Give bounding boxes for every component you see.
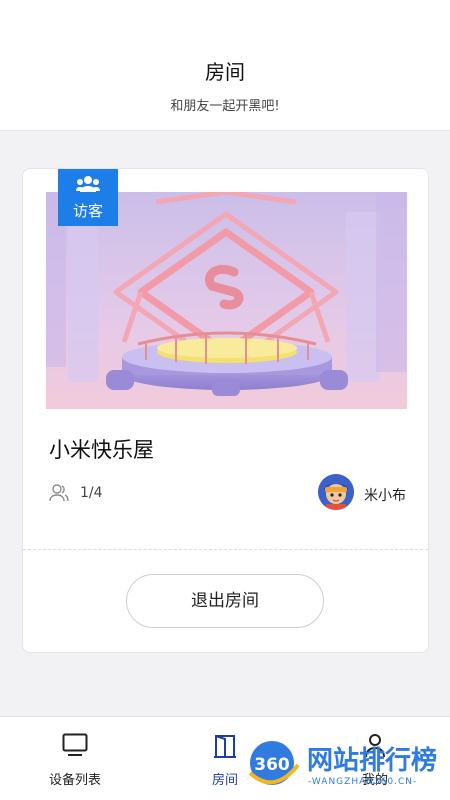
guest-badge-label: 访客	[72, 202, 103, 220]
page-subtitle: 和朋友一起开黑吧!	[170, 99, 280, 114]
door-icon	[214, 735, 236, 758]
watermark-text: 网站排行榜	[307, 746, 438, 776]
watermark-number: 360	[254, 755, 290, 775]
watermark-logo-icon: 360	[248, 741, 300, 785]
page-header: 房间 和朋友一起开黑吧!	[0, 0, 450, 131]
page-title: 房间	[205, 60, 245, 84]
room-name: 小米快乐屋	[49, 438, 154, 462]
tab-device-list[interactable]: 设备列表	[35, 717, 115, 800]
card-divider	[23, 549, 428, 550]
monitor-icon	[62, 733, 88, 756]
guest-badge: 访客	[58, 169, 118, 226]
watermark-subtext: -WANGZHAN360.CN-	[308, 777, 418, 787]
members-icon	[49, 484, 69, 502]
tab-device-list-label: 设备列表	[48, 773, 101, 788]
room-card: 访客 小米快乐屋 1/4 米小布 退出房间	[22, 168, 429, 653]
owner-name: 米小布	[364, 488, 406, 504]
avatar[interactable]	[318, 474, 354, 510]
site-watermark: 360 网站排行榜 -WANGZHAN360.CN-	[244, 735, 450, 800]
exit-room-button[interactable]: 退出房间	[126, 574, 324, 628]
member-count: 1/4	[80, 485, 103, 501]
group-icon	[76, 176, 100, 192]
